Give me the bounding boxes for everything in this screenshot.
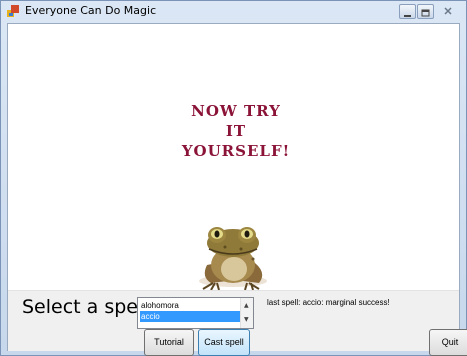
- scroll-up-icon[interactable]: ▲: [244, 303, 249, 309]
- close-icon: [444, 7, 452, 15]
- scroll-down-icon[interactable]: ▼: [244, 317, 249, 323]
- app-window: Everyone Can Do Magic NOW TRY IT YOURSEL…: [0, 0, 467, 356]
- app-icon: [7, 5, 19, 17]
- spell-option-alohomora[interactable]: alohomora: [140, 300, 240, 311]
- spell-listbox[interactable]: alohomora accio ▲ ▼: [137, 297, 254, 329]
- minimize-icon: [404, 15, 411, 17]
- minimize-button[interactable]: [399, 4, 416, 19]
- tutorial-button[interactable]: Tutorial: [144, 329, 194, 356]
- last-spell-status: last spell: accio: marginal success!: [267, 298, 390, 307]
- instruction-text: NOW TRY IT YOURSELF!: [163, 101, 309, 161]
- maximize-button[interactable]: [417, 4, 434, 19]
- maximize-icon: [421, 9, 430, 17]
- instruction-line: IT: [225, 122, 247, 140]
- title-bar[interactable]: Everyone Can Do Magic: [1, 1, 466, 23]
- toad-illustration: [199, 227, 267, 291]
- main-panel: NOW TRY IT YOURSELF! Select a spell aloh…: [7, 23, 467, 356]
- spell-controls: Select a spell alohomora accio ▲ ▼ last …: [8, 290, 467, 356]
- spell-option-accio[interactable]: accio: [140, 311, 240, 322]
- cast-spell-button[interactable]: Cast spell: [198, 329, 250, 356]
- close-button[interactable]: [435, 4, 461, 19]
- instruction-line: YOURSELF!: [181, 142, 291, 160]
- listbox-scrollbar[interactable]: ▲ ▼: [240, 298, 253, 328]
- quit-button[interactable]: Quit: [429, 329, 467, 356]
- window-title: Everyone Can Do Magic: [25, 4, 157, 17]
- instruction-line: NOW TRY: [191, 102, 281, 120]
- select-spell-label: Select a spell: [22, 296, 149, 318]
